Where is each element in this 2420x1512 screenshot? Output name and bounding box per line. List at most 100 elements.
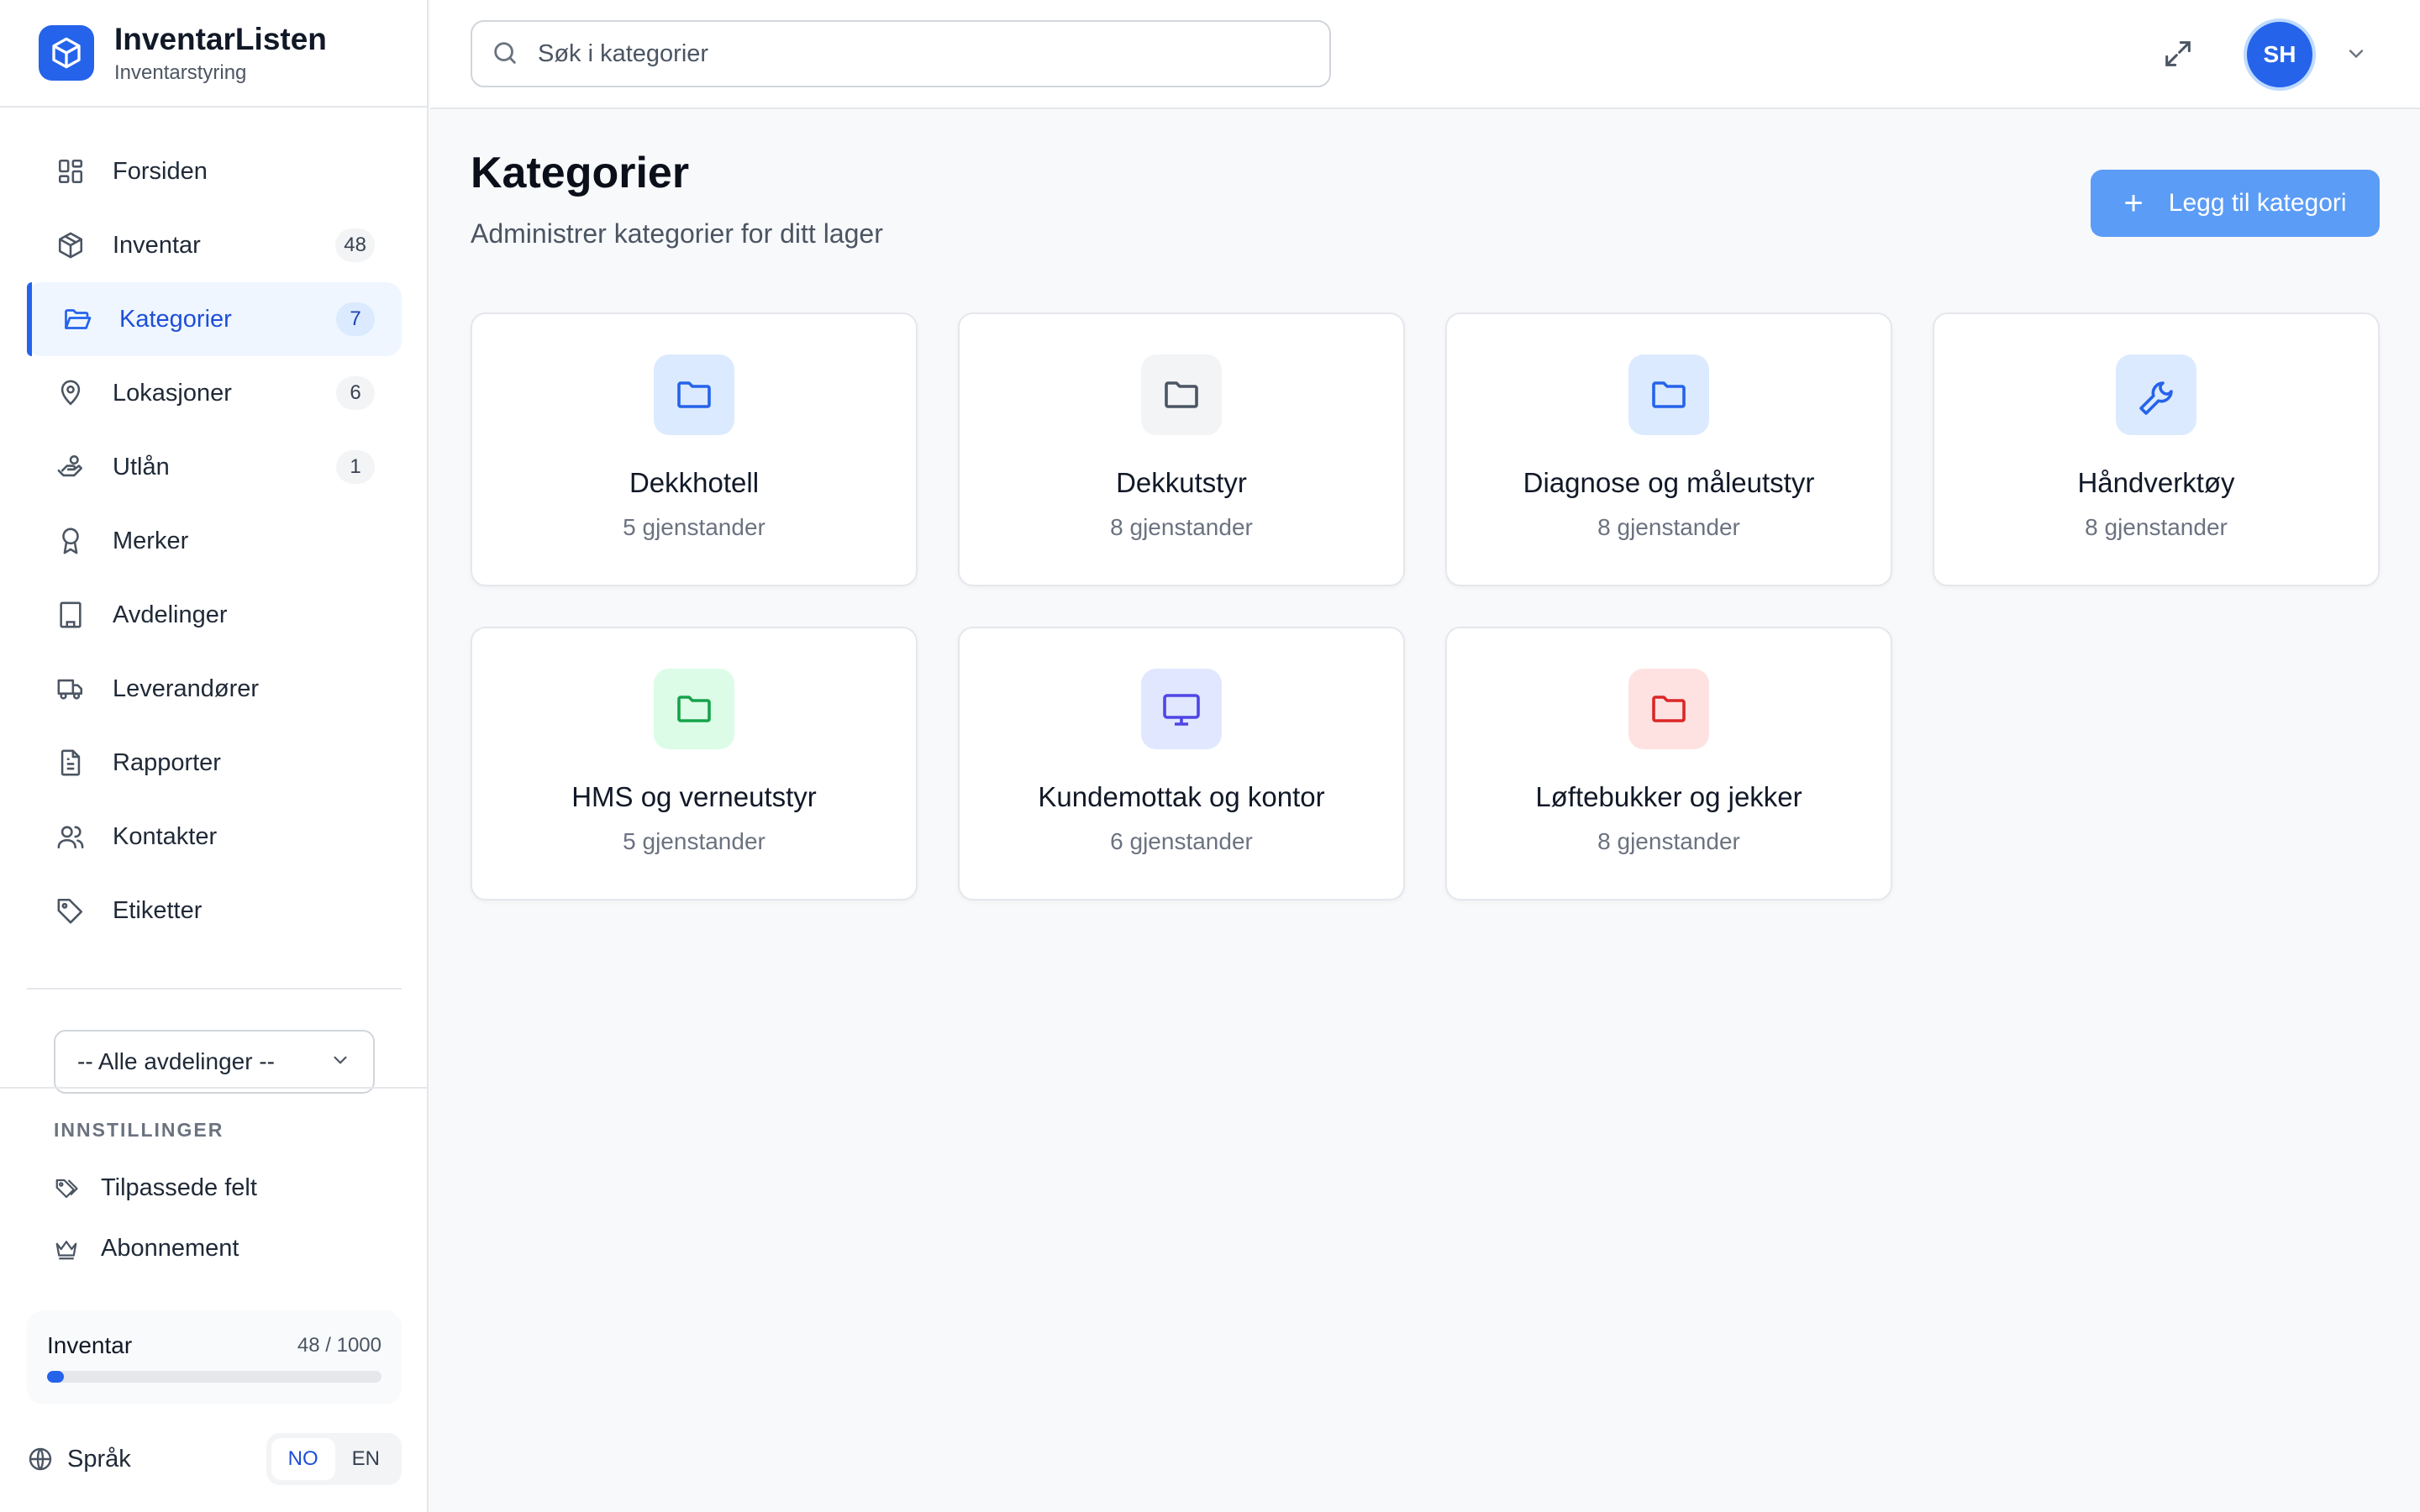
category-count: 6 gjenstander bbox=[1110, 828, 1253, 854]
category-card[interactable]: Diagnose og måleutstyr 8 gjenstander bbox=[1445, 312, 1892, 586]
folder-open-icon bbox=[60, 302, 94, 336]
language-option-en[interactable]: EN bbox=[335, 1438, 397, 1480]
category-count: 8 gjenstander bbox=[2085, 514, 2228, 540]
count-badge: 1 bbox=[336, 450, 375, 484]
tag-icon bbox=[54, 894, 87, 927]
category-count: 8 gjenstander bbox=[1597, 828, 1740, 854]
category-count: 8 gjenstander bbox=[1110, 514, 1253, 540]
sidebar-item-label: Forsiden bbox=[113, 157, 208, 185]
sidebar: InventarListen Inventarstyring Forsiden … bbox=[0, 0, 429, 1512]
chevron-down-icon[interactable] bbox=[2344, 42, 2368, 66]
category-name: Dekkhotell bbox=[629, 467, 760, 498]
search-input[interactable] bbox=[538, 39, 1329, 68]
building-icon bbox=[54, 598, 87, 632]
brand-title: InventarListen bbox=[114, 22, 327, 56]
sidebar-item-label: Merker bbox=[113, 527, 189, 554]
usage-label: Inventar bbox=[47, 1332, 133, 1358]
sidebar-item-inventar[interactable]: Inventar 48 bbox=[27, 208, 402, 282]
category-card[interactable]: Dekkutstyr 8 gjenstander bbox=[958, 312, 1405, 586]
wrench-icon bbox=[2116, 354, 2196, 435]
sidebar-item-kontakter[interactable]: Kontakter bbox=[27, 800, 402, 874]
plus-icon: + bbox=[2123, 185, 2144, 222]
chevron-down-icon bbox=[329, 1049, 351, 1075]
sidebar-item-leverandorer[interactable]: Leverandører bbox=[27, 652, 402, 726]
category-count: 8 gjenstander bbox=[1597, 514, 1740, 540]
sidebar-item-avdelinger[interactable]: Avdelinger bbox=[27, 578, 402, 652]
hand-coins-icon bbox=[54, 450, 87, 484]
category-name: Løftebukker og jekker bbox=[1535, 781, 1802, 812]
fullscreen-icon[interactable] bbox=[2161, 37, 2195, 71]
settings-item-custom-fields[interactable]: Tilpassede felt bbox=[54, 1174, 257, 1202]
category-card[interactable]: Løftebukker og jekker 8 gjenstander bbox=[1445, 627, 1892, 900]
topbar: SH bbox=[430, 0, 2420, 109]
folder-icon bbox=[1628, 354, 1709, 435]
category-name: Dekkutstyr bbox=[1116, 467, 1247, 498]
category-name: Diagnose og måleutstyr bbox=[1523, 467, 1815, 498]
usage-progress-fill bbox=[47, 1371, 64, 1383]
sidebar-item-lokasjoner[interactable]: Lokasjoner 6 bbox=[27, 356, 402, 430]
category-card[interactable]: Dekkhotell 5 gjenstander bbox=[471, 312, 918, 586]
sidebar-item-label: Kontakter bbox=[113, 822, 218, 850]
dashboard-icon bbox=[54, 155, 87, 188]
sidebar-item-kategorier[interactable]: Kategorier 7 bbox=[27, 282, 402, 356]
sidebar-divider bbox=[27, 988, 402, 990]
page-subtitle: Administrer kategorier for ditt lager bbox=[471, 218, 883, 249]
category-grid: Dekkhotell 5 gjenstander Dekkutstyr 8 gj… bbox=[471, 312, 2380, 900]
category-name: Håndverktøy bbox=[2077, 467, 2235, 498]
settings-item-subscription[interactable]: Abonnement bbox=[54, 1235, 239, 1263]
sidebar-nav: Forsiden Inventar 48 Kategorier 7 Lokasj… bbox=[27, 134, 402, 948]
folder-icon bbox=[654, 354, 734, 435]
box-logo-icon bbox=[39, 25, 94, 81]
settings-item-label: Tilpassede felt bbox=[101, 1174, 257, 1201]
settings-heading: INNSTILLINGER bbox=[54, 1119, 224, 1141]
sidebar-item-label: Lokasjoner bbox=[113, 379, 232, 407]
sidebar-item-utlan[interactable]: Utlån 1 bbox=[27, 430, 402, 504]
usage-progress-bar bbox=[47, 1371, 381, 1383]
language-row: Språk NO EN bbox=[27, 1433, 402, 1485]
count-badge: 7 bbox=[336, 302, 375, 336]
inventory-usage-card: Inventar 48 / 1000 bbox=[27, 1310, 402, 1404]
category-card[interactable]: HMS og verneutstyr 5 gjenstander bbox=[471, 627, 918, 900]
sidebar-item-rapporter[interactable]: Rapporter bbox=[27, 726, 402, 800]
language-option-no[interactable]: NO bbox=[271, 1438, 335, 1480]
sidebar-item-label: Avdelinger bbox=[113, 601, 228, 628]
sidebar-item-forsiden[interactable]: Forsiden bbox=[27, 134, 402, 208]
folder-icon bbox=[654, 669, 734, 749]
folder-icon bbox=[1141, 354, 1222, 435]
brand[interactable]: InventarListen Inventarstyring bbox=[0, 0, 427, 108]
sidebar-item-label: Utlån bbox=[113, 453, 170, 480]
settings-item-label: Abonnement bbox=[101, 1235, 239, 1262]
sidebar-item-label: Inventar bbox=[113, 231, 201, 259]
search-box[interactable] bbox=[471, 20, 1331, 87]
package-icon bbox=[54, 228, 87, 262]
tags-icon bbox=[54, 1175, 81, 1202]
sidebar-item-merker[interactable]: Merker bbox=[27, 504, 402, 578]
file-text-icon bbox=[54, 746, 87, 780]
map-pin-icon bbox=[54, 376, 87, 410]
user-avatar[interactable]: SH bbox=[2244, 18, 2316, 91]
folder-icon bbox=[1628, 669, 1709, 749]
sidebar-item-label: Kategorier bbox=[119, 305, 232, 333]
settings-divider bbox=[0, 1087, 429, 1089]
crown-icon bbox=[54, 1236, 81, 1263]
search-icon bbox=[491, 39, 521, 69]
language-toggle: NO EN bbox=[266, 1433, 402, 1485]
usage-count: 48 / 1000 bbox=[297, 1334, 381, 1357]
users-icon bbox=[54, 820, 87, 853]
monitor-icon bbox=[1141, 669, 1222, 749]
sidebar-item-label: Leverandører bbox=[113, 675, 260, 702]
sidebar-item-label: Etiketter bbox=[113, 896, 203, 924]
category-name: HMS og verneutstyr bbox=[571, 781, 817, 812]
brand-subtitle: Inventarstyring bbox=[114, 61, 247, 84]
sidebar-item-etiketter[interactable]: Etiketter bbox=[27, 874, 402, 948]
sidebar-item-label: Rapporter bbox=[113, 748, 221, 776]
count-badge: 6 bbox=[336, 376, 375, 410]
category-card[interactable]: Kundemottak og kontor 6 gjenstander bbox=[958, 627, 1405, 900]
language-label: Språk bbox=[67, 1445, 131, 1473]
department-select[interactable]: -- Alle avdelinger -- bbox=[54, 1030, 375, 1094]
page-title: Kategorier bbox=[471, 149, 690, 197]
award-icon bbox=[54, 524, 87, 558]
category-card[interactable]: Håndverktøy 8 gjenstander bbox=[1933, 312, 2380, 586]
add-category-button[interactable]: + Legg til kategori bbox=[2091, 170, 2380, 237]
category-count: 5 gjenstander bbox=[623, 514, 765, 540]
